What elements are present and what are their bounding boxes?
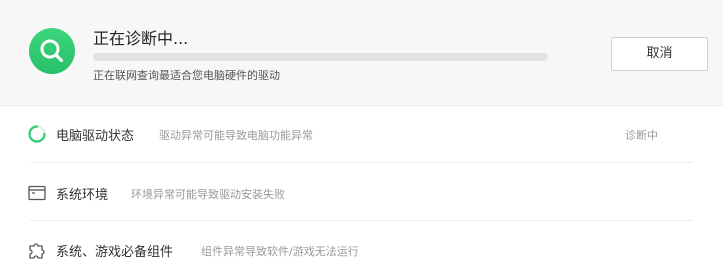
cancel-button[interactable]: 取消 bbox=[611, 37, 708, 71]
window-icon bbox=[27, 183, 47, 203]
check-item-driver-status: 电脑驱动状态 驱动异常可能导致电脑功能异常 诊断中 bbox=[0, 105, 723, 163]
check-item-title: 电脑驱动状态 bbox=[56, 129, 135, 144]
check-item-title: 系统环境 bbox=[56, 188, 109, 203]
check-item-title: 系统、游戏必备组件 bbox=[56, 245, 174, 260]
scan-subtitle: 正在联网查询最适合您电脑硬件的驱动 bbox=[93, 69, 280, 82]
scan-header: 正在诊断中... 正在联网查询最适合您电脑硬件的驱动 取消 bbox=[0, 0, 723, 106]
search-icon bbox=[29, 28, 75, 74]
check-item-description: 驱动异常可能导致电脑功能异常 bbox=[159, 129, 313, 142]
scan-title: 正在诊断中... bbox=[93, 29, 189, 48]
check-item-system-environment: 系统环境 环境异常可能导致驱动安装失败 bbox=[0, 163, 723, 221]
check-item-description: 组件异常导致软件/游戏无法运行 bbox=[201, 245, 359, 258]
check-item-essential-components: 系统、游戏必备组件 组件异常导致软件/游戏无法运行 bbox=[0, 221, 723, 271]
scan-progress-bar bbox=[93, 53, 548, 61]
puzzle-icon bbox=[27, 240, 47, 260]
spinner-icon bbox=[27, 124, 47, 144]
check-item-description: 环境异常可能导致驱动安装失败 bbox=[131, 188, 285, 201]
driver-diagnosis-panel: 正在诊断中... 正在联网查询最适合您电脑硬件的驱动 取消 电脑驱动状态 驱动异… bbox=[0, 0, 723, 271]
check-item-status: 诊断中 bbox=[625, 129, 658, 142]
